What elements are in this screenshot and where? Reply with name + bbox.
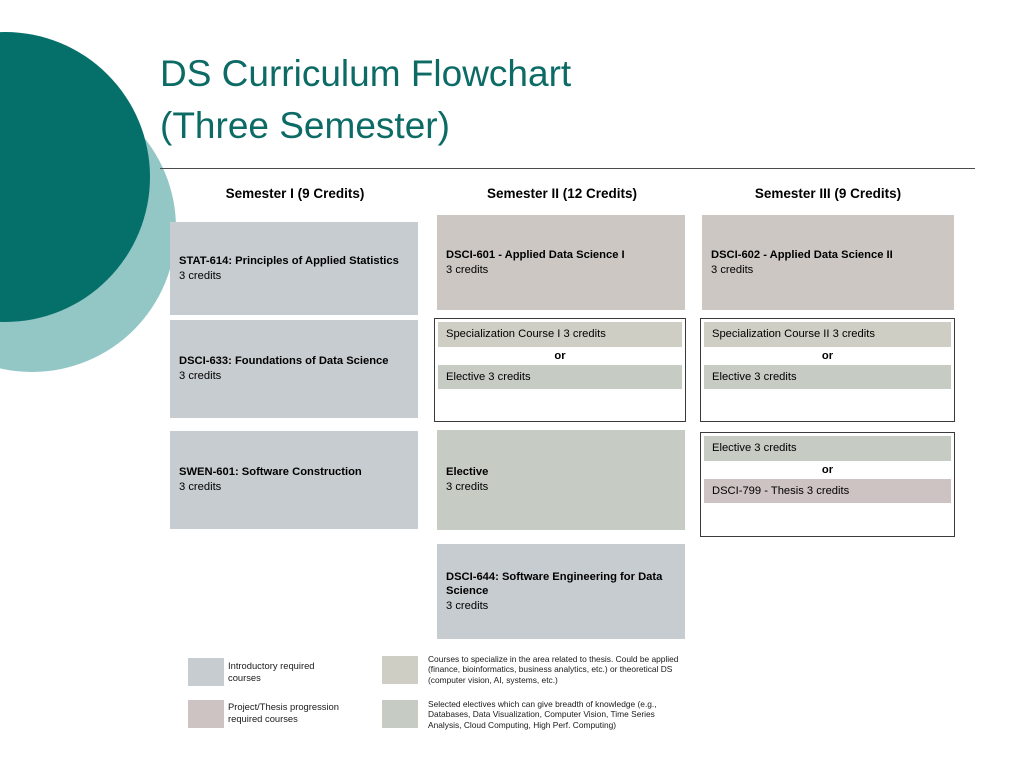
course-title: SWEN-601: Software Construction <box>179 466 362 479</box>
legend-swatch-specialization <box>382 656 418 684</box>
option-connector-or: or <box>704 460 951 479</box>
course-title: Elective <box>446 370 486 383</box>
legend-swatch-thesis <box>188 700 224 728</box>
course-credits: 3 credits <box>488 370 531 383</box>
course-credits: 3 credits <box>179 481 222 493</box>
course-credits: 3 credits <box>711 263 754 276</box>
option-specialization-course-1[interactable]: Specialization Course I 3 credits <box>438 322 682 347</box>
option-elective[interactable]: Elective 3 credits <box>704 364 951 390</box>
option-group-semester-3-first: Specialization Course II 3 credits or El… <box>700 318 955 422</box>
course-box-dsci-602[interactable]: DSCI-602 - Applied Data Science II 3 cre… <box>702 215 954 310</box>
course-credits: 3 credits <box>446 263 489 276</box>
legend-swatch-intro <box>188 658 224 686</box>
legend-label-electives: Selected electives which can give breadt… <box>428 699 657 730</box>
legend-label-thesis: Project/Thesis progression required cour… <box>228 701 339 724</box>
course-title: DSCI-601 - Applied Data Science I <box>446 248 625 261</box>
legend-label-intro: Introductory required courses <box>228 660 315 683</box>
course-box-stat-614[interactable]: STAT-614: Principles of Applied Statisti… <box>170 222 418 315</box>
course-box-dsci-644[interactable]: DSCI-644: Software Engineering for Data … <box>437 544 685 639</box>
course-box-dsci-601[interactable]: DSCI-601 - Applied Data Science I 3 cred… <box>437 215 685 310</box>
course-title: Elective <box>712 442 752 454</box>
course-title: Elective <box>446 466 489 479</box>
course-title: DSCI-633: Foundations of Data Science <box>179 355 389 368</box>
legend-swatch-electives <box>382 700 418 728</box>
course-credits: 3 credits <box>806 484 850 497</box>
column-header-semester-1: Semester I (9 Credits) <box>225 186 365 201</box>
course-credits: 3 credits <box>832 328 875 340</box>
option-dsci-799-thesis[interactable]: DSCI-799 - Thesis 3 credits <box>704 478 951 504</box>
course-title: DSCI-799 - Thesis <box>712 484 804 497</box>
course-credits: 3 credits <box>754 442 797 454</box>
course-title: DSCI-602 - Applied Data Science II <box>711 248 893 261</box>
column-header-semester-2: Semester II (12 Credits) <box>486 186 638 201</box>
course-title: Specialization Course I <box>446 328 561 340</box>
course-box-dsci-633[interactable]: DSCI-633: Foundations of Data Science 3 … <box>170 320 418 418</box>
course-credits: 3 credits <box>179 370 222 382</box>
course-credits: 3 credits <box>754 370 797 383</box>
option-connector-or: or <box>438 346 682 365</box>
course-title: Specialization Course II <box>712 328 830 340</box>
option-connector-or: or <box>704 346 951 365</box>
option-specialization-course-2[interactable]: Specialization Course II 3 credits <box>704 322 951 347</box>
curriculum-flowchart: Semester I (9 Credits) Semester II (12 C… <box>0 0 1024 768</box>
course-credits: 3 credits <box>446 481 489 493</box>
option-group-semester-3-second: Elective 3 credits or DSCI-799 - Thesis … <box>700 432 955 537</box>
course-title: Elective <box>712 370 752 383</box>
course-title: STAT-614: Principles of Applied Statisti… <box>179 254 399 267</box>
course-credits: 3 credits <box>563 328 606 340</box>
column-header-semester-3: Semester III (9 Credits) <box>754 186 902 201</box>
option-elective[interactable]: Elective 3 credits <box>438 364 682 390</box>
course-title: DSCI-644: Software Engineering for Data … <box>446 570 663 598</box>
option-group-semester-2: Specialization Course I 3 credits or Ele… <box>434 318 686 422</box>
option-elective[interactable]: Elective 3 credits <box>704 436 951 461</box>
course-credits: 3 credits <box>179 269 222 282</box>
legend-label-specialization: Courses to specialize in the area relate… <box>428 654 679 685</box>
course-credits: 3 credits <box>446 599 489 612</box>
course-box-elective-semester-2[interactable]: Elective 3 credits <box>437 430 685 530</box>
course-box-swen-601[interactable]: SWEN-601: Software Construction 3 credit… <box>170 431 418 529</box>
